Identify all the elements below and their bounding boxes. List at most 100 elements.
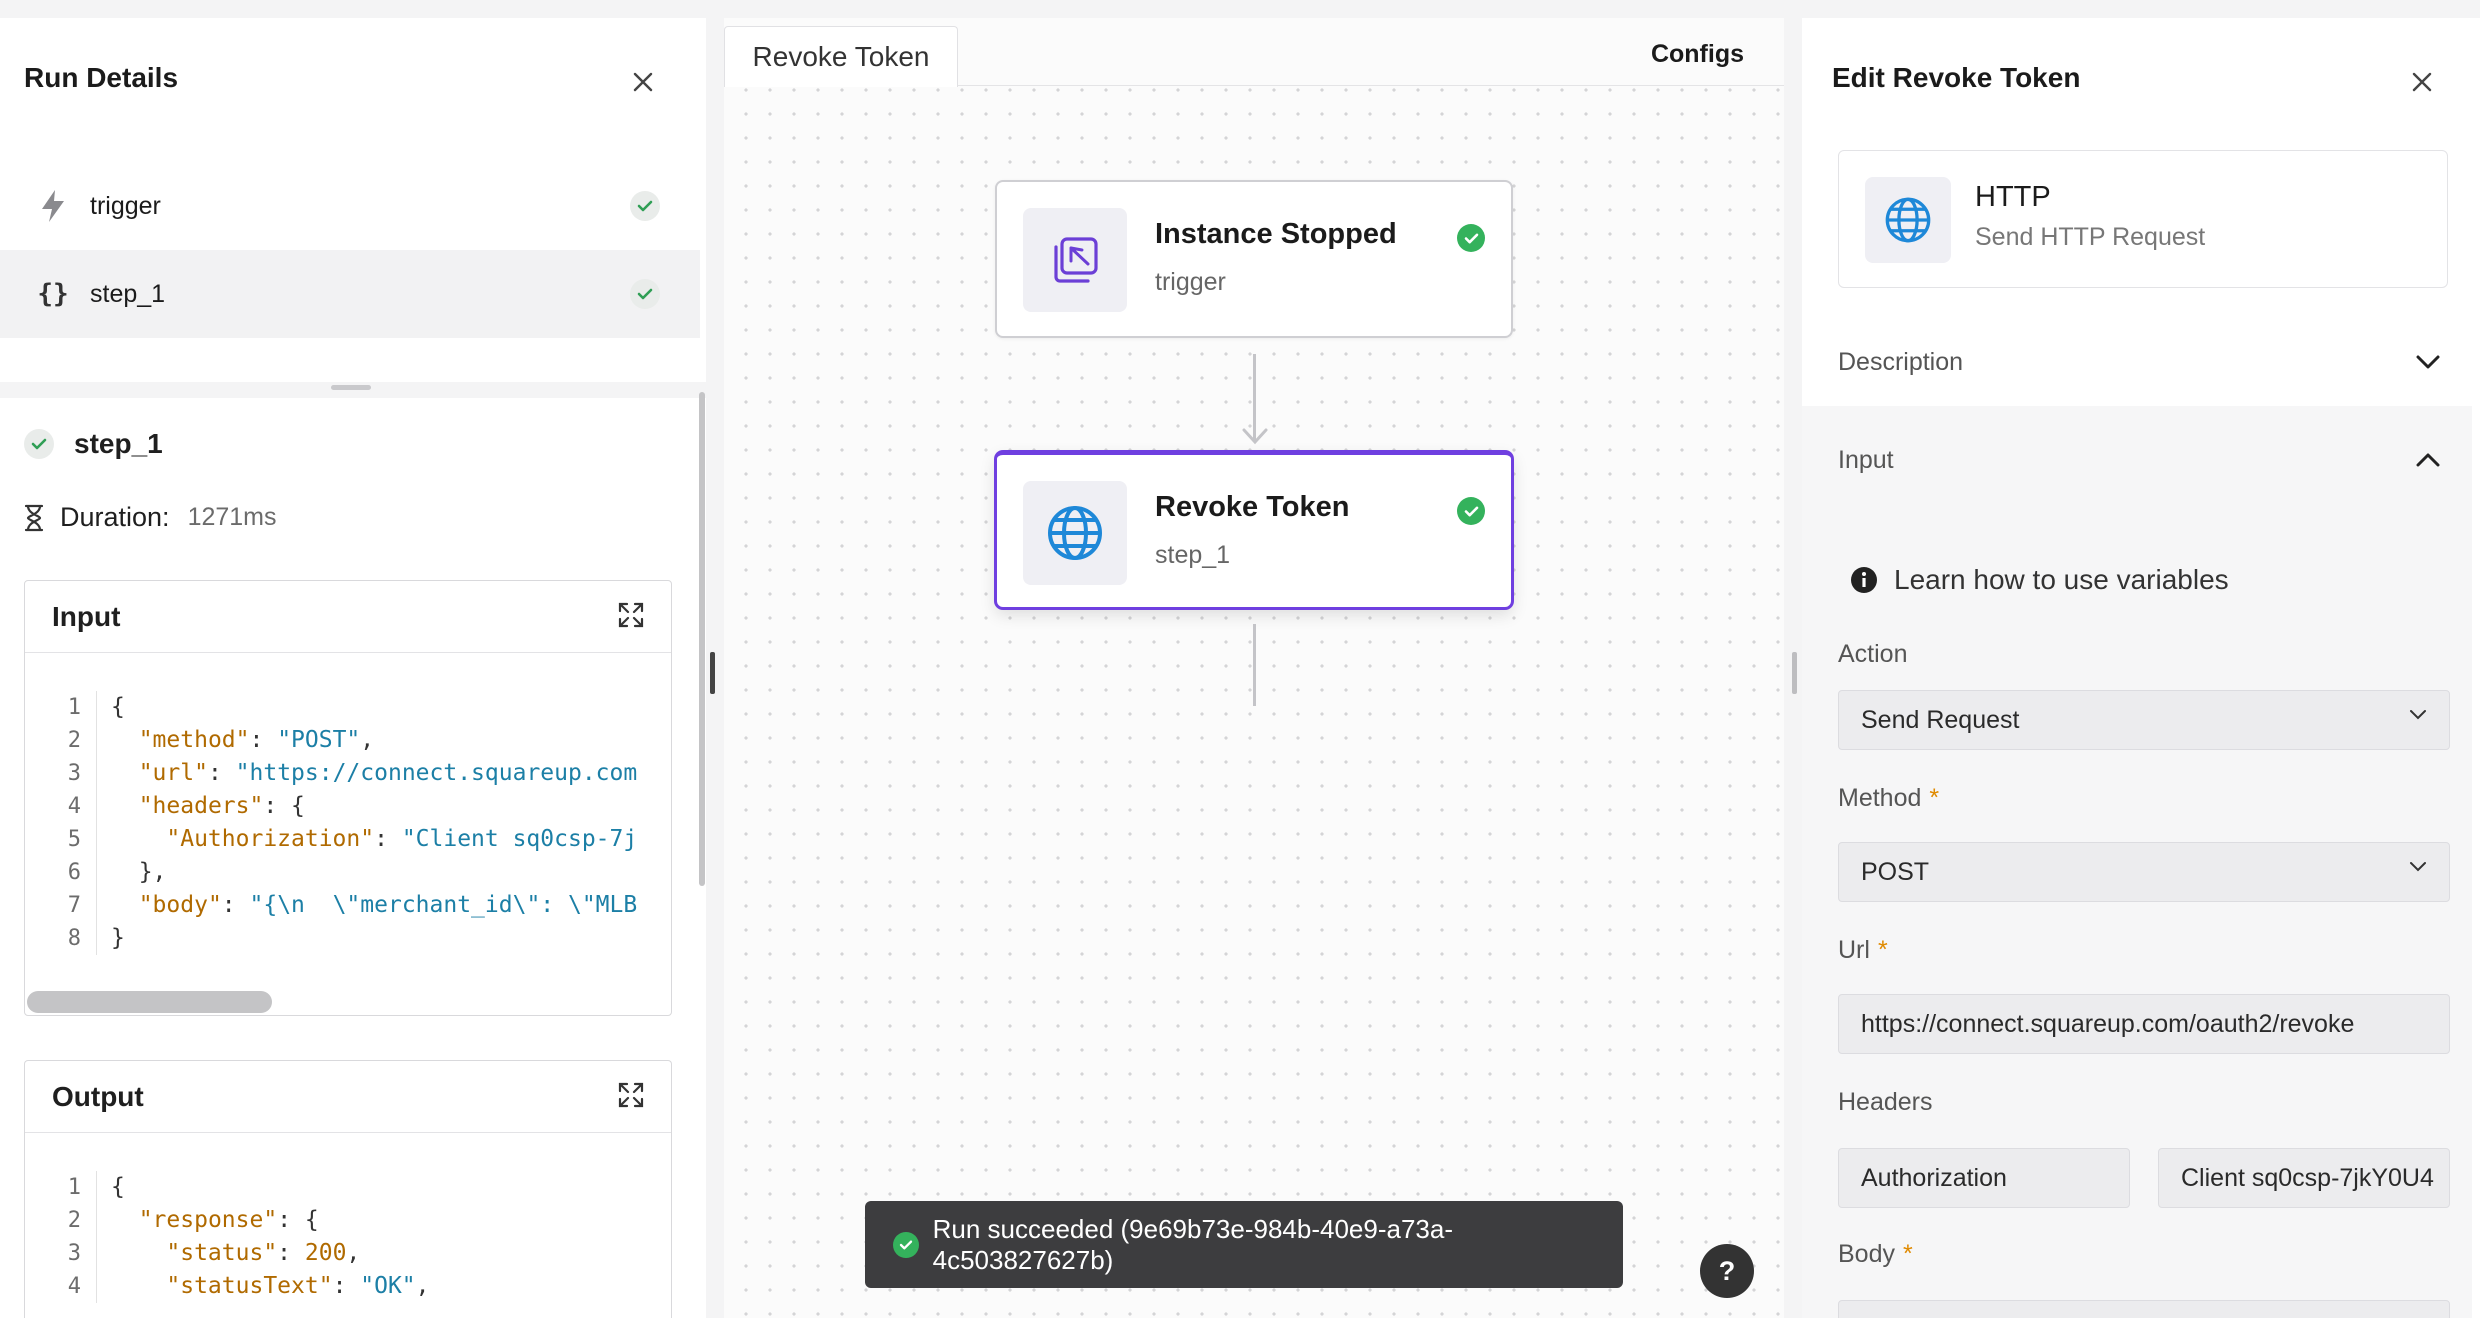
duration-value: 1271ms [187, 503, 277, 531]
code-text: "headers": { [138, 793, 305, 819]
right-resize-handle[interactable] [1792, 652, 1797, 694]
code-text: "response": { [138, 1207, 319, 1233]
help-button[interactable]: ? [1700, 1244, 1754, 1298]
header-key-input[interactable]: Authorization [1838, 1148, 2130, 1208]
globe-icon [1023, 481, 1127, 585]
app-root: Run Details trigger {} step_1 step_1 Dur… [0, 0, 2480, 1318]
run-item-step-1[interactable]: {} step_1 [0, 250, 700, 338]
code-line: 5 "Authorization": "Client sq0csp-7j [25, 823, 671, 856]
duration-row: Duration: 1271ms [24, 502, 277, 533]
line-number: 1 [67, 1175, 81, 1200]
input-section-toggle[interactable]: Input [1802, 430, 2480, 490]
node-revoke-token[interactable]: Revoke Token step_1 [995, 451, 1513, 609]
method-value: POST [1861, 857, 1930, 886]
header-value-input[interactable]: Client sq0csp-7jkY0U4 [2158, 1148, 2450, 1208]
run-details-panel: Run Details trigger {} step_1 step_1 Dur… [0, 18, 706, 1318]
code-line: 2 "method": "POST", [25, 724, 671, 757]
node-title: Instance Stopped [1155, 218, 1397, 250]
left-resize-handle[interactable] [710, 652, 715, 694]
hourglass-icon [24, 504, 44, 531]
output-code-content[interactable]: 1{2 "response": {3 "status": 200, 4 "stat… [25, 1133, 671, 1303]
vertical-scrollbar[interactable] [699, 392, 705, 886]
line-number: 6 [67, 860, 81, 885]
code-text: "status": 200, [166, 1240, 361, 1266]
expand-icon[interactable] [617, 601, 645, 629]
tab-revoke-token[interactable]: Revoke Token [724, 26, 958, 87]
success-check-icon [1457, 497, 1485, 525]
close-icon [633, 72, 653, 92]
edit-panel-title: Edit Revoke Token [1832, 62, 2081, 93]
arrow-down-icon [1242, 428, 1268, 445]
node-subtitle: trigger [1155, 268, 1226, 296]
success-check-icon [630, 191, 660, 221]
chevron-down-icon [2410, 862, 2426, 872]
code-text: { [111, 1174, 125, 1200]
code-text: "method": "POST", [138, 727, 375, 753]
braces-icon: {} [37, 279, 69, 309]
line-number: 3 [67, 761, 81, 786]
expand-icon[interactable] [617, 1081, 645, 1109]
success-check-icon [630, 279, 660, 309]
url-input[interactable]: https://connect.squareup.com/oauth2/revo… [1838, 994, 2450, 1054]
body-label: Body * [1838, 1240, 1913, 1268]
code-line: 3 "status": 200, [25, 1237, 671, 1270]
header-value-value: Client sq0csp-7jkY0U4 [2181, 1163, 2434, 1192]
canvas-tab-bar: Revoke Token Configs [724, 18, 1784, 87]
line-number: 2 [67, 1208, 81, 1233]
code-line: 7 "body": "{\n \"merchant_id\": \"MLB [25, 889, 671, 922]
description-label: Description [1838, 347, 1964, 376]
code-text: "body": "{\n \"merchant_id\": \"MLB [138, 892, 638, 918]
line-number: 2 [67, 728, 81, 753]
input-code-title: Input [52, 600, 121, 632]
close-edit-panel-button[interactable] [2404, 64, 2440, 100]
output-code-box: Output 1{2 "response": {3 "status": 200,… [24, 1060, 672, 1318]
code-text: } [111, 925, 125, 951]
header-key-value: Authorization [1861, 1163, 2007, 1192]
code-text: "Authorization": "Client sq0csp-7j [166, 826, 638, 852]
code-line: 8} [25, 922, 671, 955]
node-subtitle: step_1 [1155, 541, 1231, 569]
close-run-details-button[interactable] [625, 64, 661, 100]
input-code-box: Input 1{2 "method": "POST", 3 "url": "htt… [24, 580, 672, 1016]
code-line: 6 }, [25, 856, 671, 889]
line-number: 4 [67, 1274, 81, 1299]
action-value: Send Request [1861, 705, 2020, 734]
learn-variables-link[interactable]: Learn how to use variables [1850, 564, 2229, 596]
code-line: 2 "response": { [25, 1204, 671, 1237]
horizontal-scrollbar[interactable] [27, 991, 272, 1013]
run-succeeded-toast: Run succeeded (9e69b73e-984b-40e9-a73a-4… [865, 1201, 1623, 1288]
step-result-title: step_1 [24, 428, 163, 460]
action-select[interactable]: Send Request [1838, 690, 2450, 750]
line-number: 8 [67, 926, 81, 951]
lightning-icon [36, 189, 70, 223]
input-code-content[interactable]: 1{2 "method": "POST", 3 "url": "https://c… [25, 653, 671, 955]
method-select[interactable]: POST [1838, 842, 2450, 902]
http-card-subtitle: Send HTTP Request [1975, 223, 2206, 251]
action-label: Action [1838, 640, 1908, 668]
splitter-handle[interactable] [331, 385, 371, 390]
line-number: 3 [67, 1241, 81, 1266]
instance-stopped-icon [1023, 208, 1127, 312]
input-label: Input [1838, 445, 1894, 474]
node-instance-stopped[interactable]: Instance Stopped trigger [995, 180, 1513, 338]
method-label: Method * [1838, 784, 1940, 812]
run-item-trigger[interactable]: trigger [0, 162, 700, 250]
code-text: { [111, 694, 125, 720]
step-name: step_1 [74, 428, 163, 459]
body-input[interactable] [1838, 1300, 2450, 1318]
line-number: 4 [67, 794, 81, 819]
url-label: Url * [1838, 936, 1888, 964]
http-action-card[interactable]: HTTP Send HTTP Request [1838, 150, 2448, 288]
headers-label: Headers [1838, 1088, 1933, 1116]
duration-label: Duration: [60, 502, 170, 532]
input-code-header: Input [25, 581, 671, 653]
workflow-canvas[interactable]: Revoke Token Configs Instance Stopped tr… [724, 18, 1784, 1318]
success-check-icon [893, 1231, 919, 1258]
http-card-title: HTTP [1975, 181, 2051, 213]
description-section-toggle[interactable]: Description [1802, 332, 2480, 392]
success-check-icon [24, 429, 54, 459]
connector-line [1253, 624, 1256, 706]
line-number: 1 [67, 695, 81, 720]
configs-button[interactable]: Configs [1651, 40, 1744, 69]
node-title: Revoke Token [1155, 491, 1350, 523]
